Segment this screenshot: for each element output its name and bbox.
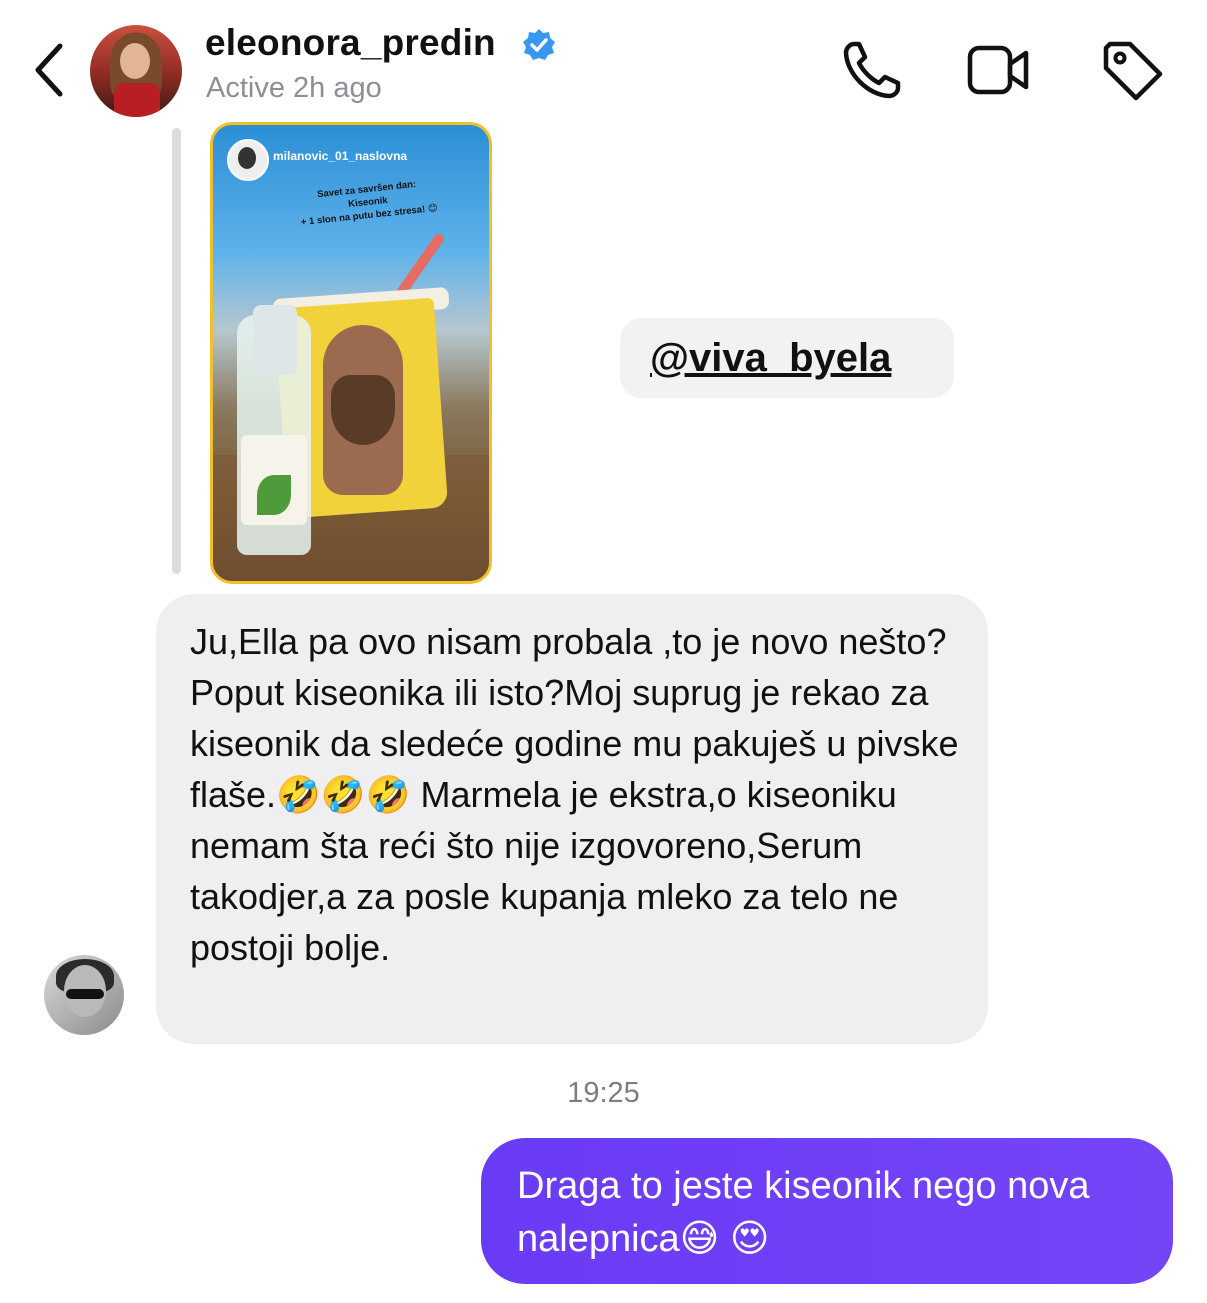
incoming-message-text: Ju,Ella pa ovo nisam probala ,to je novo… (190, 621, 959, 968)
active-status: Active 2h ago (206, 72, 382, 104)
message-timestamp: 19:25 (567, 1077, 640, 1109)
story-caption: Savet za savršen dan: Kiseonik + 1 slon … (291, 175, 444, 229)
story-preview[interactable]: milanovic_01_naslovna Savet za savršen d… (210, 122, 492, 584)
mention-text[interactable]: @viva_byela (650, 336, 891, 381)
video-camera-icon[interactable] (966, 38, 1030, 102)
sender-avatar[interactable] (44, 955, 124, 1035)
story-username: milanovic_01_naslovna (273, 149, 408, 163)
contact-avatar[interactable] (90, 25, 182, 117)
chat-header: eleonora_predin Active 2h ago (0, 0, 1207, 120)
verified-badge-icon (523, 29, 555, 60)
back-chevron-icon[interactable] (30, 40, 70, 100)
story-user-avatar (227, 139, 269, 181)
story-reply-bar (172, 128, 181, 574)
contact-username[interactable]: eleonora_predin (205, 22, 496, 64)
tag-icon[interactable] (1100, 38, 1164, 102)
mention-sticker[interactable]: @viva_byela (620, 318, 954, 398)
outgoing-message-bubble[interactable]: Draga to jeste kiseonik nego nova nalepn… (481, 1138, 1173, 1284)
phone-icon[interactable] (840, 38, 904, 102)
incoming-message-bubble[interactable]: Ju,Ella pa ovo nisam probala ,to je novo… (156, 594, 988, 1044)
outgoing-message-text: Draga to jeste kiseonik nego nova nalepn… (517, 1165, 1090, 1260)
